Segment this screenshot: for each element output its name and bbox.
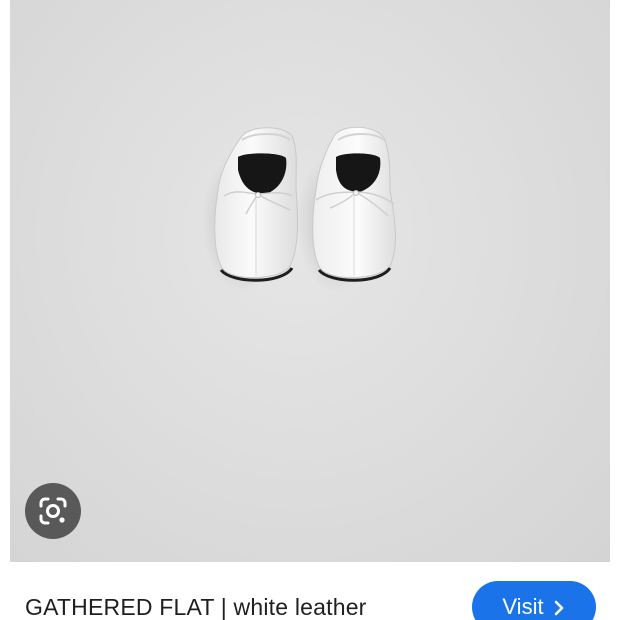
visit-button[interactable]: Visit [472, 581, 596, 620]
chevron-right-icon [554, 600, 563, 616]
product-image [202, 126, 396, 292]
visit-button-label: Visit [502, 594, 544, 619]
image-result-viewer: GATHERED FLAT | white leather Visit [0, 0, 620, 620]
google-lens-icon [39, 497, 67, 525]
product-title[interactable]: GATHERED FLAT | white leather [25, 594, 367, 620]
google-lens-button[interactable] [25, 483, 81, 539]
result-info-bar: GATHERED FLAT | white leather Visit [0, 562, 620, 620]
product-image-panel[interactable] [10, 0, 610, 562]
right-shoe [312, 126, 396, 282]
left-shoe [214, 127, 299, 282]
